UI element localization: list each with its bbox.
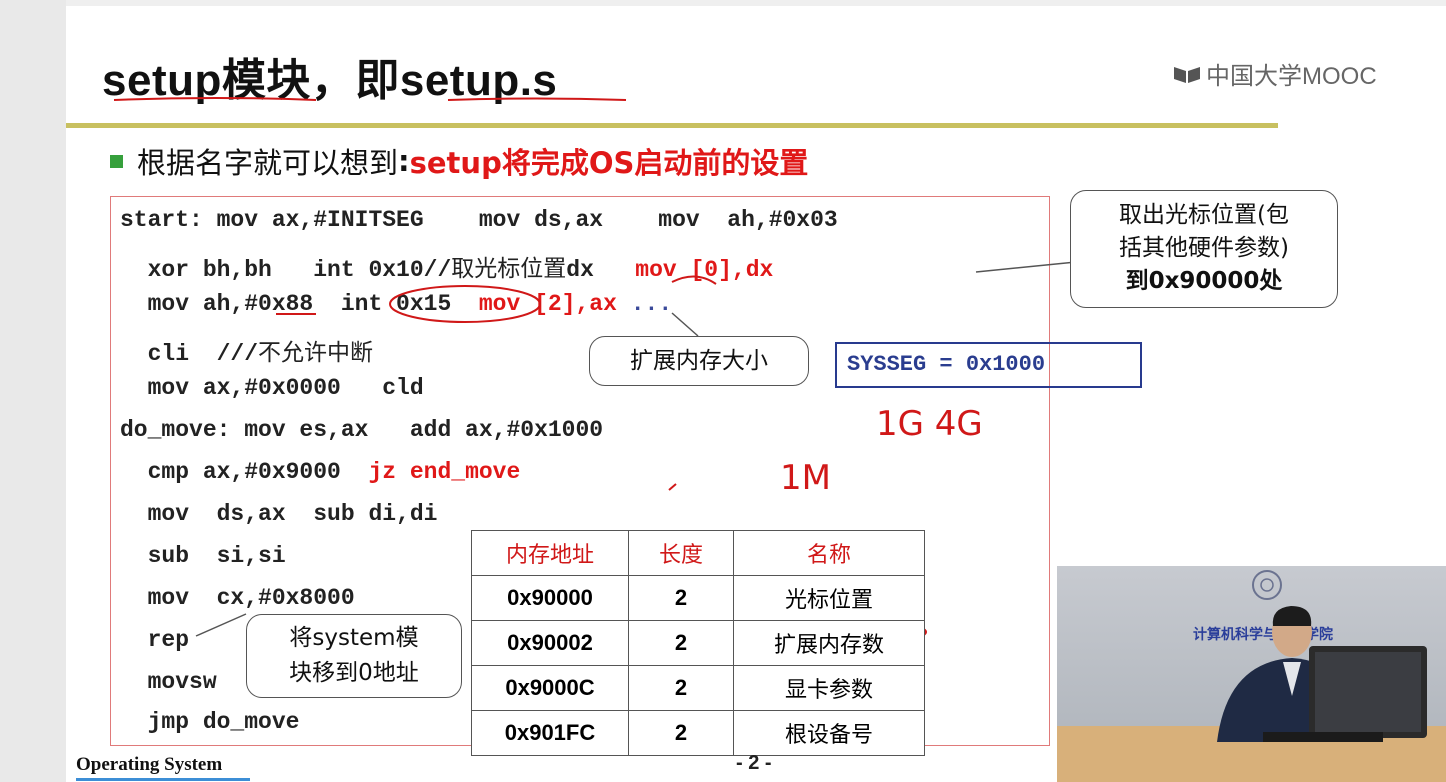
- table-row: 0x90000 2 光标位置: [471, 575, 925, 621]
- callout-text: 到0x90000处: [1125, 268, 1283, 294]
- table-cell: 2: [628, 620, 734, 666]
- table-row: 0x901FC 2 根设备号: [471, 710, 925, 756]
- footer-course: Operating System: [76, 754, 223, 775]
- table-cell: 2: [628, 710, 734, 756]
- presenter-video[interactable]: 计算机科学与技术学院: [1057, 566, 1446, 782]
- callout-cursor: 取出光标位置(包 括其他硬件参数) 到0x90000处: [1070, 190, 1338, 308]
- bullet-prefix: 根据名字就可以想到: [137, 146, 399, 180]
- table-cell: 0x90002: [471, 620, 629, 666]
- table-cell: 光标位置: [733, 575, 925, 621]
- table-cell: 2: [628, 665, 734, 711]
- title-underline-marks: [113, 97, 627, 101]
- memory-table: 内存地址 长度 名称 0x90000 2 光标位置 0x90002 2 扩展内存…: [471, 530, 925, 756]
- code-line-12: movsw: [120, 669, 217, 695]
- footer-rule: [76, 778, 250, 781]
- table-cell: 根设备号: [733, 710, 925, 756]
- code-text: movsw: [120, 669, 217, 695]
- table-header: 名称: [733, 530, 925, 576]
- callout-text: 取出光标位置(包: [1119, 202, 1289, 228]
- callout-text: 括其他硬件参数): [1119, 235, 1289, 261]
- book-icon: [1172, 63, 1202, 85]
- sysseg-box: SYSSEG = 0x1000: [835, 342, 1142, 388]
- logo-text: 中国大学MOOC: [1206, 63, 1377, 90]
- table-cell: 0x9000C: [471, 665, 629, 711]
- bullet-line: 根据名字就可以想到: setup将完成OS启动前的设置: [110, 140, 808, 182]
- table-header: 长度: [628, 530, 734, 576]
- table-header-row: 内存地址 长度 名称: [471, 530, 925, 576]
- callout-text: 扩展内存大小: [630, 348, 768, 374]
- table-header: 内存地址: [471, 530, 629, 576]
- table-cell: 0x901FC: [471, 710, 629, 756]
- table-row: 0x90002 2 扩展内存数: [471, 620, 925, 666]
- handwriting-1m: 1M: [780, 458, 831, 498]
- sysseg-text: SYSSEG = 0x1000: [847, 352, 1046, 377]
- mooc-logo: 中国大学MOOC: [1172, 56, 1377, 91]
- table-cell: 显卡参数: [733, 665, 925, 711]
- callout-text: 将system模: [289, 625, 419, 651]
- code-line-13: jmp do_move: [120, 709, 300, 735]
- handwriting-1g-4g: 1G 4G: [876, 404, 983, 444]
- table-row: 0x9000C 2 显卡参数: [471, 665, 925, 711]
- callout-memory-size: 扩展内存大小: [589, 336, 809, 386]
- callout-text: 块移到0地址: [289, 660, 419, 686]
- callout-move-system: 将system模 块移到0地址: [246, 614, 462, 698]
- bullet-square-icon: [110, 154, 123, 168]
- bullet-colon: :: [398, 144, 410, 178]
- bullet-emphasis: setup将完成OS启动前的设置: [409, 146, 809, 180]
- table-cell: 扩展内存数: [733, 620, 925, 666]
- code-text: jmp do_move: [120, 709, 300, 735]
- presenter-figure: [1217, 606, 1427, 742]
- table-cell: 2: [628, 575, 734, 621]
- title-rule: [66, 123, 1278, 128]
- table-cell: 0x90000: [471, 575, 629, 621]
- page-number: - 2 -: [736, 752, 772, 774]
